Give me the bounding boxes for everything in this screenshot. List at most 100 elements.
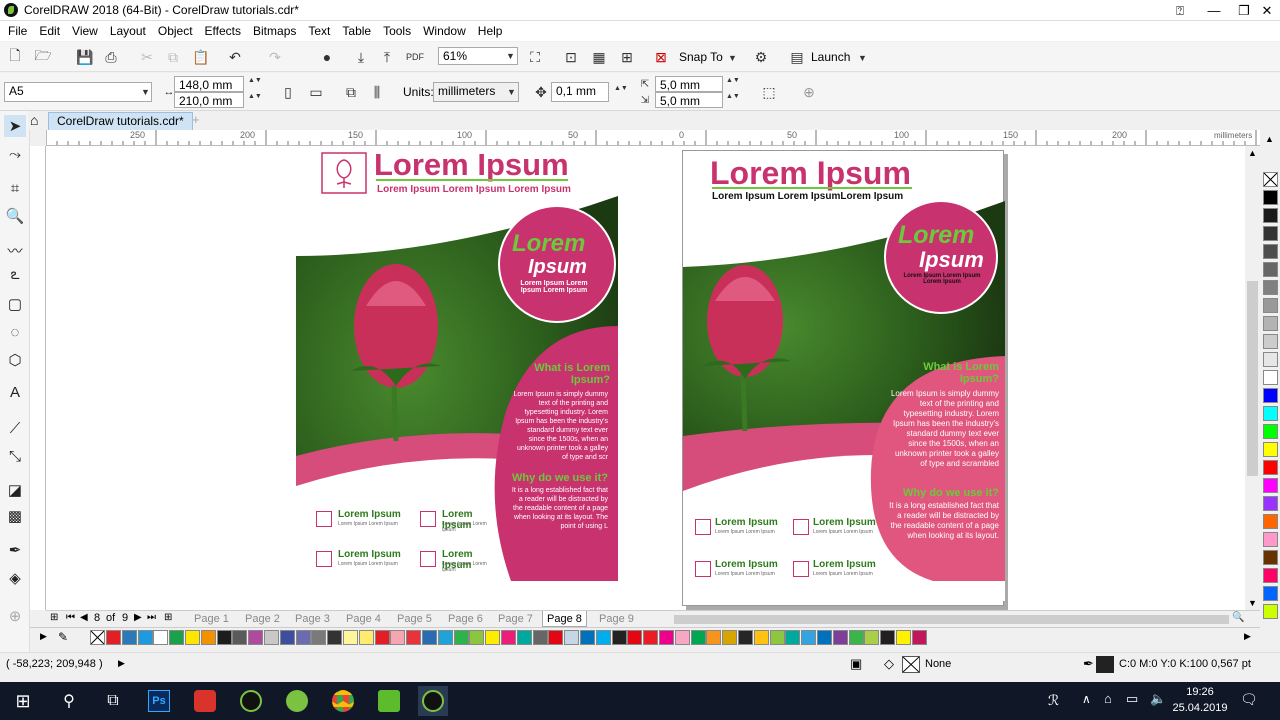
scroll-down-icon[interactable]: ▼ [1248, 598, 1257, 608]
color-swatch[interactable] [659, 630, 674, 645]
color-swatch[interactable] [1263, 460, 1278, 475]
dup-y-spinner-icon[interactable]: ▲▼ [726, 93, 740, 100]
coreldraw-taskbar-icon[interactable] [236, 686, 266, 716]
eyedropper-tool-icon[interactable]: ✒ [4, 539, 26, 561]
current-page-icon[interactable]: ⫼ [366, 81, 388, 103]
page-size-dropdown-icon[interactable]: ▼ [141, 87, 150, 97]
color-swatch[interactable] [1263, 316, 1278, 331]
color-swatch[interactable] [264, 630, 279, 645]
redo-icon[interactable]: ↷ [264, 46, 286, 68]
color-swatch[interactable] [1263, 226, 1278, 241]
color-swatch[interactable] [343, 630, 358, 645]
horizontal-ruler[interactable]: 250 200 150 100 50 0 50 100 150 200 mill… [46, 130, 1260, 146]
volume-icon[interactable]: 🔈 [1150, 691, 1166, 707]
color-swatch[interactable] [406, 630, 422, 645]
color-swatch[interactable] [1263, 352, 1278, 367]
menu-view[interactable]: View [68, 24, 106, 38]
color-swatch[interactable] [232, 630, 248, 645]
outline-pen-icon[interactable]: ✒ [1083, 656, 1094, 672]
color-swatch[interactable] [501, 630, 516, 645]
ellipse-tool-icon[interactable]: ◌ [4, 321, 26, 343]
page-size-select[interactable]: A5 [4, 82, 152, 102]
palette-up-icon[interactable]: ▲ [1265, 134, 1274, 144]
menu-effects[interactable]: Effects [201, 24, 249, 38]
color-swatch[interactable] [738, 630, 753, 645]
color-swatch[interactable] [896, 630, 911, 645]
page-tab-9[interactable]: Page 9 [595, 611, 638, 627]
color-swatch[interactable] [1263, 586, 1278, 601]
prev-page-icon[interactable]: ◀ [80, 612, 88, 623]
corel-photo-paint-icon[interactable] [282, 686, 312, 716]
next-page-icon[interactable]: ▶ [134, 612, 142, 623]
task-view-icon[interactable]: ⧉ [98, 686, 128, 716]
pick-tool-icon[interactable]: ➤ [4, 115, 26, 137]
color-proof-icon[interactable]: ▣ [850, 656, 862, 672]
page-width-field[interactable]: 148,0 mm [174, 76, 244, 92]
color-swatch[interactable] [880, 630, 896, 645]
all-pages-icon[interactable]: ⧉ [340, 81, 362, 103]
paste-icon[interactable]: 📋 [190, 46, 212, 68]
page-tab-5[interactable]: Page 5 [393, 611, 436, 627]
minimize-button[interactable]: — [1197, 0, 1231, 21]
tray-expand-icon[interactable]: ∧ [1082, 692, 1091, 706]
menu-table[interactable]: Table [338, 24, 379, 38]
first-page-icon[interactable]: ⏮ [66, 612, 75, 623]
copy-icon[interactable]: ⧉ [162, 46, 184, 68]
color-swatch[interactable] [643, 630, 659, 645]
color-swatch[interactable] [169, 630, 185, 645]
fill-none-swatch[interactable] [902, 656, 920, 673]
menu-help[interactable]: Help [474, 24, 511, 38]
color-swatch[interactable] [706, 630, 722, 645]
windows-start-icon[interactable]: ⊞ [8, 686, 38, 716]
photoshop-app-icon[interactable]: Ps [144, 686, 174, 716]
horizontal-scroll-thumb[interactable] [674, 615, 1229, 624]
color-swatch[interactable] [690, 630, 706, 645]
color-swatch[interactable] [469, 630, 485, 645]
shape-tool-icon[interactable]: ⤳ [4, 143, 26, 165]
color-swatch[interactable] [1263, 532, 1278, 547]
scroll-up-icon[interactable]: ▲ [1248, 148, 1257, 158]
color-swatch[interactable] [1263, 388, 1278, 403]
color-swatch[interactable] [1263, 190, 1278, 205]
corel-capture-icon[interactable] [374, 686, 404, 716]
document-tab[interactable]: CorelDraw tutorials.cdr* [48, 112, 193, 130]
dup-x-spinner-icon[interactable]: ▲▼ [726, 77, 740, 84]
zoom-dropdown-icon[interactable]: ▼ [506, 51, 515, 61]
color-swatch[interactable] [1263, 208, 1278, 223]
color-swatch[interactable] [1263, 280, 1278, 295]
clock-time[interactable]: 19:26 [1176, 686, 1224, 698]
color-swatch[interactable] [1263, 514, 1278, 529]
color-swatch[interactable] [611, 630, 627, 645]
page-tab-4[interactable]: Page 4 [342, 611, 385, 627]
network-icon[interactable]: ⌂ [1104, 691, 1112, 706]
eyedropper-icon[interactable]: ✎ [58, 630, 68, 644]
interactive-fill-tool-icon[interactable]: ◈ [4, 567, 26, 589]
connector-tool-icon[interactable]: ⤡ [4, 445, 26, 467]
color-swatch[interactable] [1263, 478, 1278, 493]
zoom-navigator-icon[interactable]: 🔍 [1232, 612, 1244, 623]
color-swatch[interactable] [248, 630, 264, 645]
landscape-icon[interactable]: ▭ [305, 81, 327, 103]
add-page-before-icon[interactable]: ⊞ [50, 612, 58, 623]
flyer-left[interactable]: Lorem Ipsum Lorem Ipsum Lorem Ipsum Lore… [296, 146, 626, 586]
crop-tool-icon[interactable]: ⌗ [4, 177, 26, 199]
drawing-canvas[interactable]: Lorem Ipsum Lorem Ipsum Lorem Ipsum Lore… [46, 146, 1260, 610]
outline-color-swatch[interactable] [1096, 656, 1114, 673]
color-swatch[interactable] [911, 630, 927, 645]
color-swatch[interactable] [327, 630, 343, 645]
menu-file[interactable]: File [4, 24, 35, 38]
full-screen-preview-icon[interactable]: ⛶ [524, 46, 546, 68]
color-swatch[interactable] [1263, 424, 1278, 439]
portrait-icon[interactable]: ▯ [277, 81, 299, 103]
color-swatch[interactable] [279, 630, 295, 645]
people-icon[interactable]: ℛ [1048, 692, 1059, 709]
color-swatch[interactable] [153, 630, 169, 645]
vertical-scrollbar[interactable]: ▲ ▼ [1245, 146, 1260, 610]
menu-edit[interactable]: Edit [35, 24, 68, 38]
color-swatch[interactable] [864, 630, 880, 645]
artistic-media-tool-icon[interactable]: ఽ [4, 265, 26, 287]
menu-tools[interactable]: Tools [379, 24, 419, 38]
page-tab-6[interactable]: Page 6 [444, 611, 487, 627]
color-swatch[interactable] [358, 630, 374, 645]
menu-bitmaps[interactable]: Bitmaps [249, 24, 304, 38]
